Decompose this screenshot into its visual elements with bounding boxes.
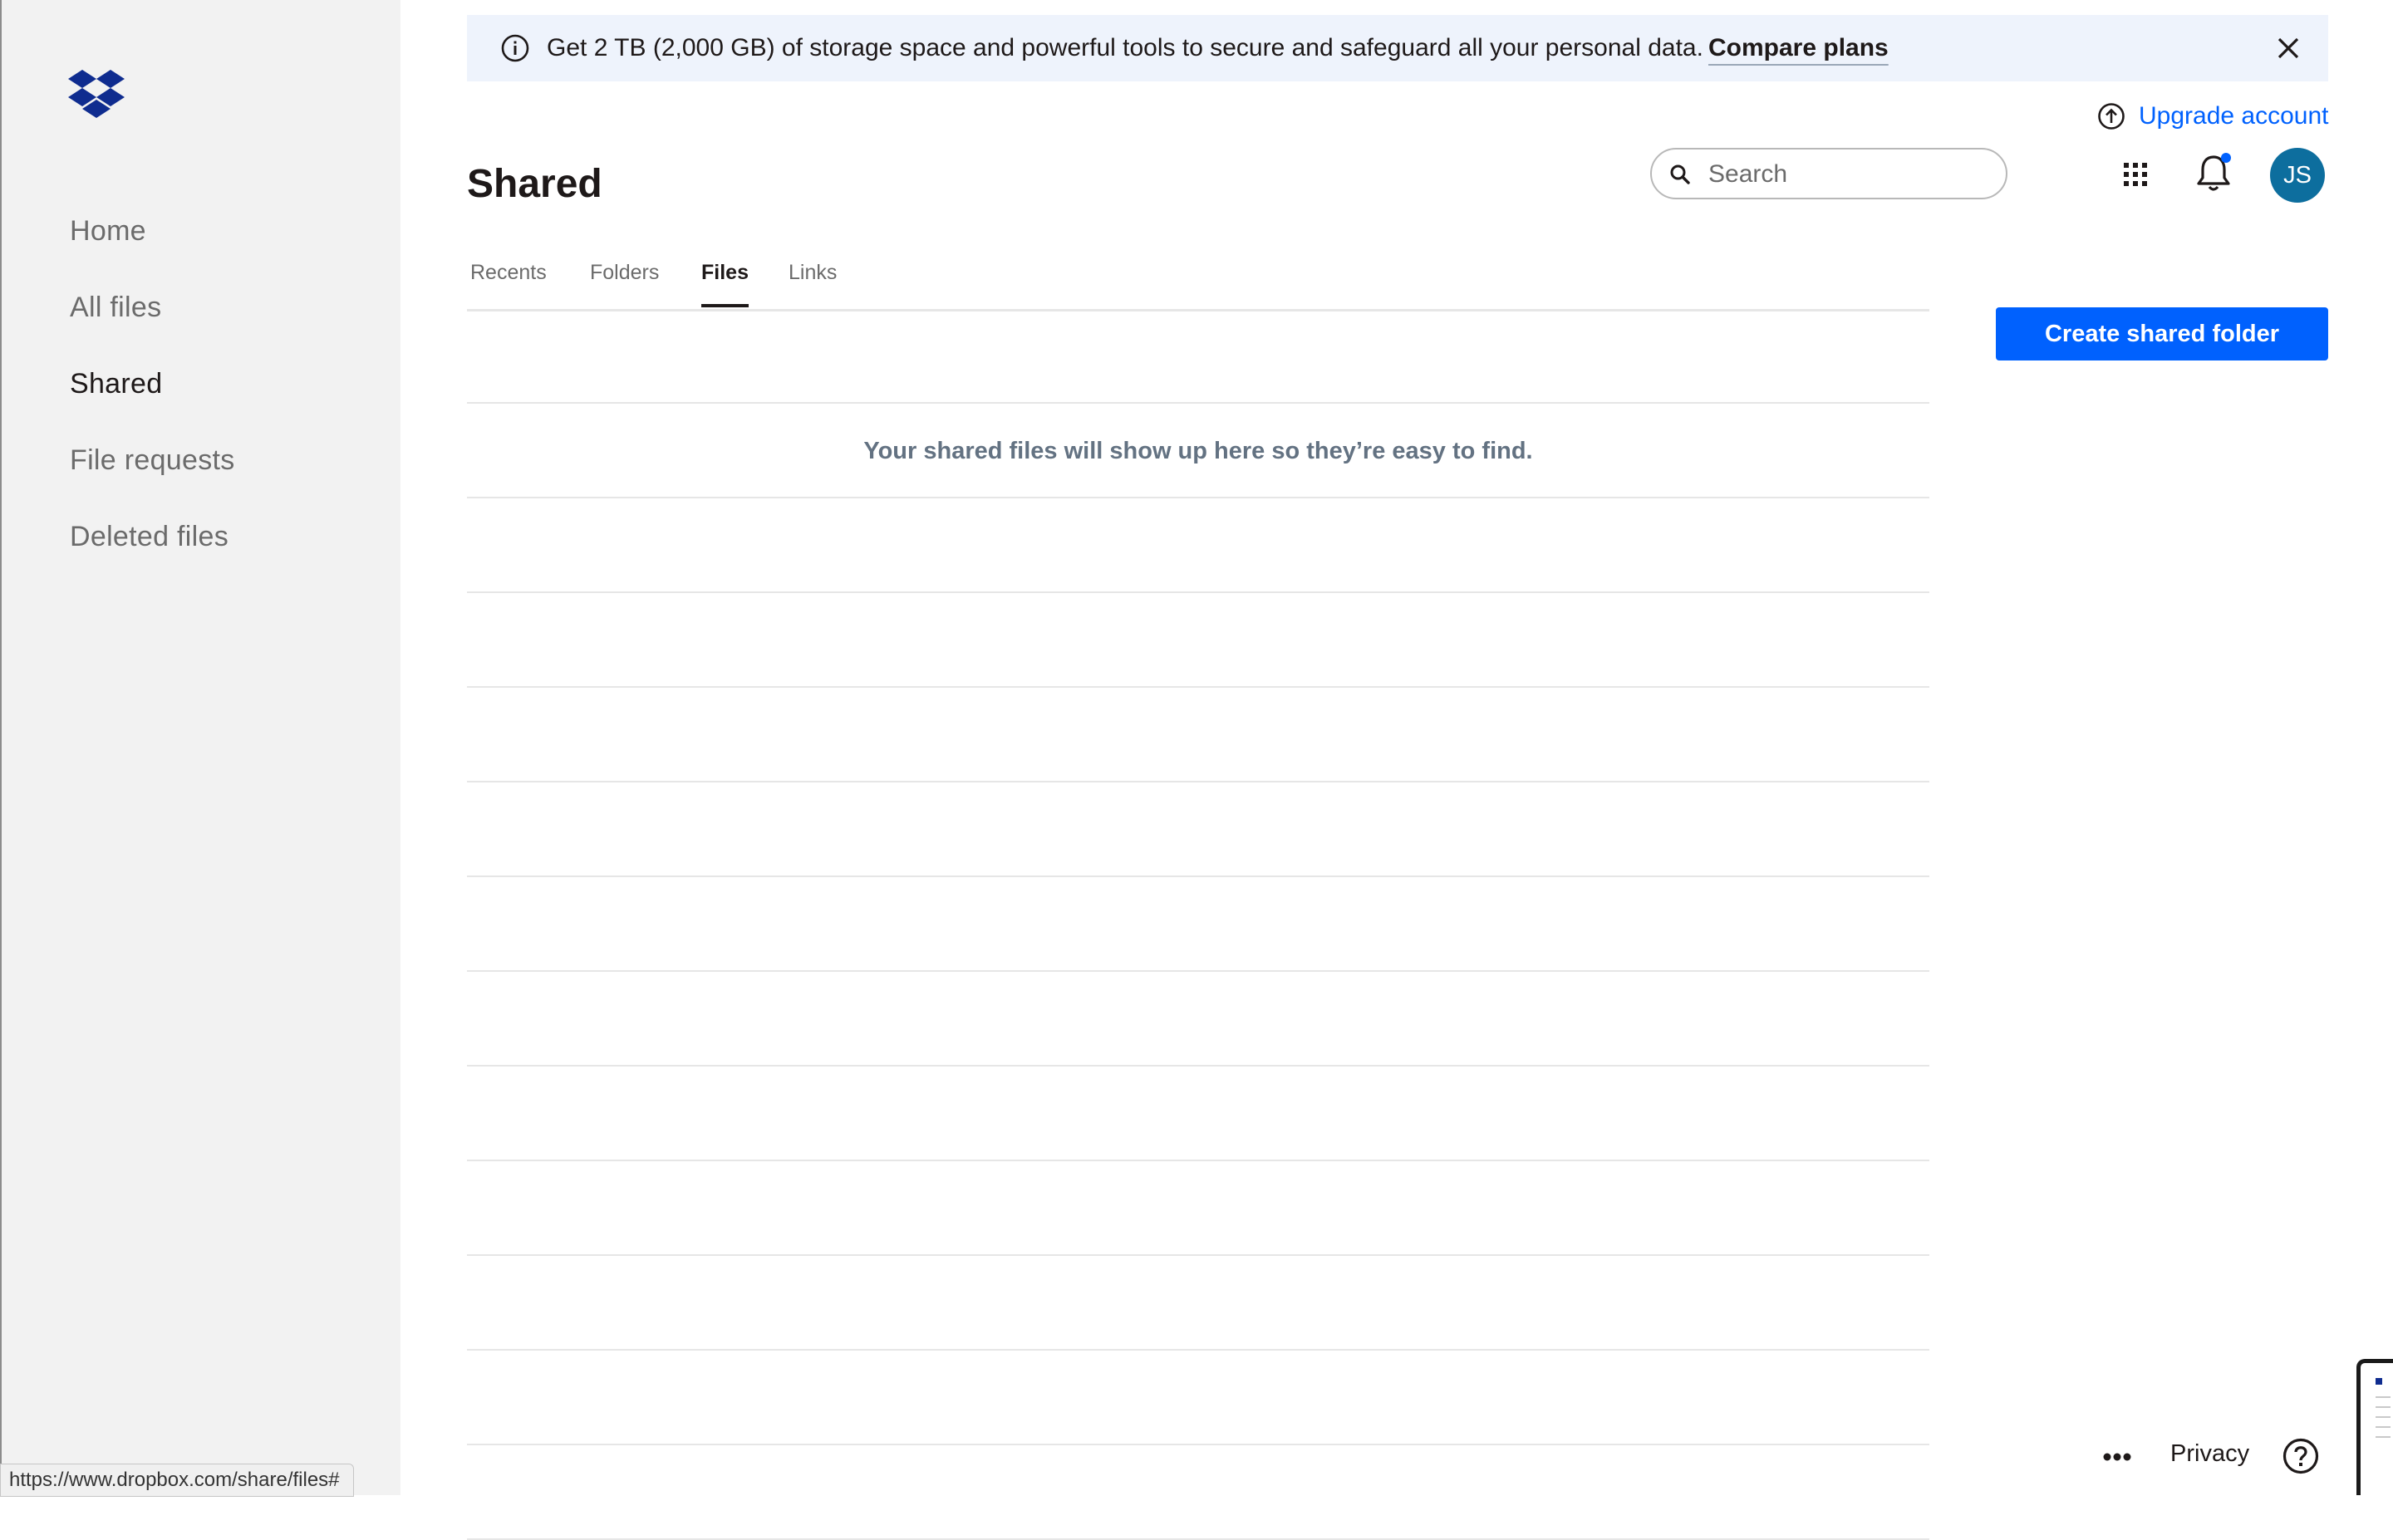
file-list: Your shared files will show up here so t…	[467, 309, 1929, 1540]
sidebar-item-shared[interactable]: Shared	[70, 367, 235, 444]
thumbnail-line	[2376, 1426, 2391, 1428]
page-title: Shared	[467, 162, 602, 206]
list-row	[467, 309, 1929, 404]
search-input[interactable]	[1707, 154, 1993, 194]
list-row: Your shared files will show up here so t…	[467, 404, 1929, 498]
list-row	[467, 1256, 1929, 1351]
list-row	[467, 877, 1929, 972]
list-row	[467, 688, 1929, 782]
list-row	[467, 1067, 1929, 1161]
thumbnail-line	[2376, 1396, 2391, 1398]
sidebar-nav: Home All files Shared File requests Dele…	[70, 214, 235, 596]
list-row	[467, 498, 1929, 593]
empty-state-message: Your shared files will show up here so t…	[863, 438, 1533, 464]
thumbnail-logo	[2376, 1378, 2382, 1385]
privacy-link[interactable]: Privacy	[2170, 1440, 2249, 1468]
screenshot-thumbnail[interactable]	[2356, 1359, 2393, 1495]
thumbnail-line	[2376, 1416, 2391, 1418]
app-grid-icon[interactable]	[2122, 161, 2149, 188]
dropbox-logo[interactable]	[68, 70, 125, 118]
search-icon	[1670, 164, 1690, 184]
tab-bar: Recents Folders Files Links	[467, 249, 1929, 311]
tab-recents[interactable]: Recents	[470, 261, 547, 285]
tab-files[interactable]: Files	[701, 261, 749, 307]
sidebar-item-all-files[interactable]: All files	[70, 291, 235, 367]
list-row	[467, 1351, 1929, 1445]
upgrade-account-link[interactable]: Upgrade account	[2097, 100, 2329, 133]
compare-plans-link[interactable]: Compare plans	[1708, 15, 1889, 81]
sidebar-item-file-requests[interactable]: File requests	[70, 444, 235, 520]
banner-message: Get 2 TB (2,000 GB) of storage space and…	[547, 34, 1703, 61]
tab-folders[interactable]: Folders	[590, 261, 659, 285]
info-icon	[501, 34, 529, 62]
thumbnail-line	[2376, 1406, 2391, 1408]
close-icon[interactable]	[2275, 35, 2302, 61]
sidebar-item-home[interactable]: Home	[70, 214, 235, 291]
browser-status-url: https://www.dropbox.com/share/files#	[0, 1464, 354, 1497]
create-shared-folder-button[interactable]: Create shared folder	[1996, 307, 2328, 360]
help-icon[interactable]	[2282, 1437, 2320, 1475]
tab-links[interactable]: Links	[789, 261, 837, 285]
avatar[interactable]: JS	[2270, 148, 2325, 203]
upgrade-banner: Get 2 TB (2,000 GB) of storage space and…	[467, 15, 2328, 81]
thumbnail-line	[2376, 1436, 2391, 1438]
notification-dot	[2221, 153, 2231, 163]
list-row	[467, 593, 1929, 688]
list-row	[467, 1161, 1929, 1256]
upgrade-account-label: Upgrade account	[2139, 102, 2329, 130]
list-row	[467, 782, 1929, 877]
sidebar-item-deleted-files[interactable]: Deleted files	[70, 520, 235, 596]
sidebar: Home All files Shared File requests Dele…	[0, 0, 400, 1495]
notifications-bell-icon[interactable]	[2194, 150, 2237, 196]
list-row	[467, 1445, 1929, 1540]
more-icon[interactable]	[2102, 1452, 2132, 1462]
list-row	[467, 972, 1929, 1067]
search-box[interactable]	[1650, 148, 2007, 199]
upgrade-arrow-icon	[2098, 103, 2125, 130]
